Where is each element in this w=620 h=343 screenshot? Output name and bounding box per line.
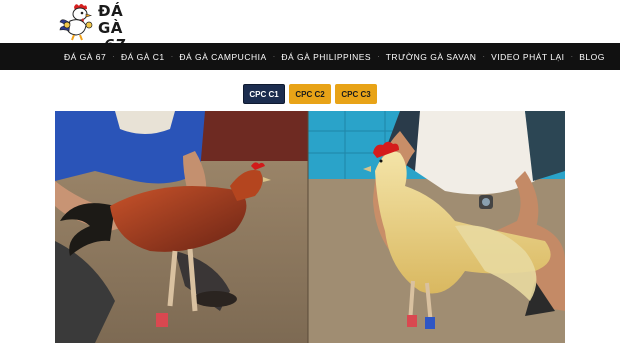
nav-item-da-ga-67[interactable]: ĐÁ GÀ 67 [58, 52, 112, 62]
nav-item-truong-ga-savan[interactable]: TRƯỜNG GÀ SAVAN [380, 52, 483, 62]
tab-cpc-c3[interactable]: CPC C3 [335, 84, 377, 104]
nav-item-da-ga-c1[interactable]: ĐÁ GÀ C1 [115, 52, 171, 62]
site-logo[interactable]: ĐÁ GÀ 67 [58, 1, 148, 54]
video-frame [55, 111, 565, 343]
tab-cpc-c1[interactable]: CPC C1 [243, 84, 285, 104]
stream-tabs: CPC C1 CPC C2 CPC C3 [0, 84, 620, 104]
logo-line-1: ĐÁ GÀ [98, 2, 124, 37]
nav-item-da-ga-campuchia[interactable]: ĐÁ GÀ CAMPUCHIA [173, 52, 272, 62]
rooster-mascot-icon [59, 4, 93, 41]
video-player[interactable] [55, 111, 565, 343]
nav-item-da-ga-philippines[interactable]: ĐÁ GÀ PHILIPPINES [275, 52, 377, 62]
nav-item-video-phat-lai[interactable]: VIDEO PHÁT LẠI [485, 52, 570, 62]
main-nav: ĐÁ GÀ 67 · ĐÁ GÀ C1 · ĐÁ GÀ CAMPUCHIA · … [0, 43, 620, 70]
site-header: ĐÁ GÀ 67 [0, 0, 620, 54]
nav-item-blog[interactable]: BLOG [573, 52, 611, 62]
tab-cpc-c2[interactable]: CPC C2 [289, 84, 331, 104]
